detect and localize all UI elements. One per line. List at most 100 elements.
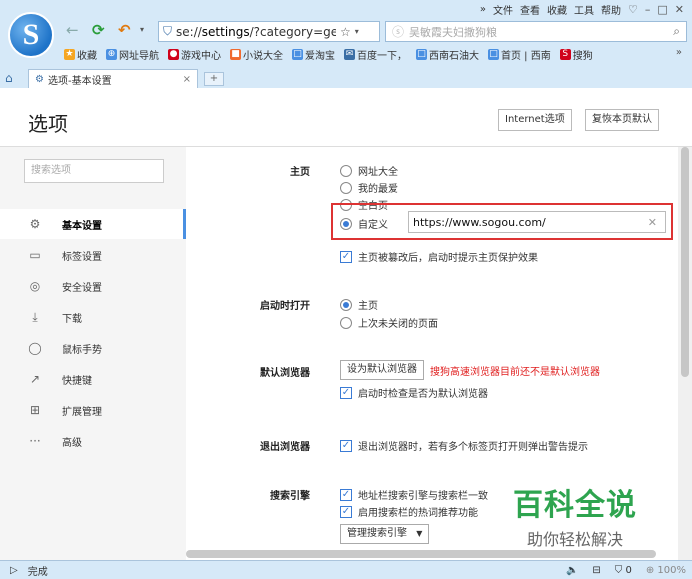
bookmark-icon: □ [292,49,303,60]
undo-close-icon[interactable]: ↶ [118,21,131,39]
check-hotword[interactable]: ✓ [340,505,352,518]
radio-startup-home[interactable] [340,298,352,311]
check-default-option[interactable]: ✓ 启动时检查是否为默认浏览器 [340,385,488,400]
custom-homepage-input[interactable]: https://www.sogou.com/ ✕ [408,211,666,233]
radio-custom[interactable] [340,217,352,230]
tab-settings[interactable]: ⚙ 选项-基本设置 × [28,69,198,88]
menu-favorites[interactable]: 收藏 [547,2,567,17]
dropdown-arrow-icon: ▼ [416,529,423,538]
skin-icon[interactable]: ♡ [628,3,638,16]
internet-options-button[interactable]: Internet选项 [498,109,572,131]
menu-tools[interactable]: 工具 [574,2,594,17]
menu-help[interactable]: 帮助 [601,2,621,17]
sidebar-toggle-icon[interactable]: ▷ [10,565,18,576]
bookmark-item[interactable]: □ 首页 | 西南 [488,47,551,62]
bookmark-item[interactable]: ⊕ 网址导航 [106,47,159,62]
vertical-scroll-thumb[interactable] [681,147,689,377]
home-protect-option[interactable]: ✓ 主页被篡改后，启动时提示主页保护效果 [340,249,538,264]
hotword-option[interactable]: ✓ 启用搜索栏的热词推荐功能 [340,504,478,519]
address-dropdown-icon[interactable]: ▾ [355,27,359,36]
address-bar[interactable]: ⛉ se://settings/?category=ge ☆ ▾ [158,21,380,42]
home-icon[interactable]: ⌂ [5,71,13,85]
sidebar-item-2[interactable]: ◎ 安全设置 [0,271,186,301]
sidebar-item-label: 标签设置 [62,251,102,263]
sidebar-item-label: 下载 [62,313,82,325]
bookmark-item[interactable]: ★ 收藏 [64,47,97,62]
bookmark-icon: ⊕ [106,49,117,60]
sidebar-item-4[interactable]: ◯ 鼠标手势 [0,333,186,363]
address-url[interactable]: se://settings/?category=ge [176,25,336,39]
bookmarks-more-icon[interactable]: » [676,47,682,58]
vertical-scrollbar[interactable] [678,147,692,560]
toolbox-icon[interactable]: ⊟ [592,565,600,576]
menu-expand-icon[interactable]: » [480,4,486,15]
refresh-icon[interactable]: ⟳ [92,21,105,39]
close-window-button[interactable]: ✕ [675,3,684,16]
search-icon[interactable]: ⌕ [673,24,680,39]
tab-close-icon[interactable]: × [183,74,191,85]
home-option-custom[interactable]: 自定义 [340,216,388,231]
sogou-search-icon: ⓢ [392,25,405,39]
minimize-button[interactable]: – [645,3,651,16]
maximize-button[interactable]: □ [657,3,667,16]
menu-file[interactable]: 文件 [493,2,513,17]
sidebar-icon: ··· [29,434,41,448]
radio-startup-last[interactable] [340,316,352,329]
bookmark-icon: S [559,49,571,60]
home-option-nav[interactable]: 网址大全 [340,163,398,178]
zoom-indicator[interactable]: ⊕ 100% [646,565,686,576]
radio-nav[interactable] [340,164,352,177]
bookmark-label: 百度一下， [357,51,407,62]
undo-dropdown-icon[interactable]: ▾ [140,25,144,34]
speaker-icon[interactable]: 🔈 [566,565,578,576]
set-default-browser-button[interactable]: 设为默认浏览器 [340,360,424,380]
search-bar[interactable]: ⓢ 吴敏霞夫妇撒狗粮 ⌕ [385,21,687,42]
adblock-icon[interactable]: ⛉ 0 [615,565,632,576]
bookmark-item[interactable]: □ 爱淘宝 [292,47,335,62]
check-search-sync[interactable]: ✓ [340,488,352,501]
new-tab-button[interactable]: + [204,72,224,86]
bookmark-icon: □ [416,49,427,60]
manage-search-engine-button[interactable]: 管理搜索引擎 ▼ [340,524,430,544]
sidebar-item-6[interactable]: ⊞ 扩展管理 [0,395,186,425]
exit-warn-option[interactable]: ✓ 退出浏览器时，若有多个标签页打开则弹出警告提示 [340,438,588,453]
sidebar-item-1[interactable]: ▭ 标签设置 [0,240,186,270]
bookmark-label: 游戏中心 [181,51,221,62]
sidebar-icon: ◯ [28,341,42,355]
restore-defaults-button[interactable]: 复恢本页默认 [585,109,659,131]
sidebar-item-label: 高级 [62,437,82,449]
sidebar-item-5[interactable]: ↗ 快捷键 [0,364,186,394]
sidebar-search-input[interactable]: 搜索选项 [24,159,164,183]
bookmark-star-icon[interactable]: ☆ [340,25,351,39]
bookmark-label: 小说大全 [243,51,283,62]
home-option-favorites[interactable]: 我的最爱 [340,180,398,195]
sidebar-icon: ⚙ [29,217,41,231]
sidebar-item-0[interactable]: ⚙ 基本设置 [0,209,186,239]
bookmark-item[interactable]: □ 西南石油大 [416,47,479,62]
check-default[interactable]: ✓ [340,386,352,399]
bookmark-item[interactable]: ✉ 百度一下， [344,47,407,62]
exit-section-label: 退出浏览器 [260,442,310,453]
sogou-logo-icon[interactable]: S [8,12,54,58]
sidebar-item-7[interactable]: ··· 高级 [0,426,186,456]
sidebar-icon: ◎ [29,279,41,293]
watermark: 百科全说 助你轻松解决 [500,480,650,550]
bookmark-label: 首页 | 西南 [501,51,551,62]
check-protect[interactable]: ✓ [340,250,352,263]
bookmark-item[interactable]: ■ 小说大全 [230,47,283,62]
bookmark-icon: ● [168,49,179,60]
search-sync-option[interactable]: ✓ 地址栏搜索引擎与搜索栏一致 [340,487,488,502]
sidebar-item-3[interactable]: ⤓ 下载 [0,302,186,332]
startup-option-home[interactable]: 主页 [340,297,378,312]
radio-favorites[interactable] [340,181,352,194]
clear-input-icon[interactable]: ✕ [648,216,657,229]
menu-view[interactable]: 查看 [520,2,540,17]
bookmark-item[interactable]: ● 游戏中心 [168,47,221,62]
bookmarks-bar: ★ 收藏 ⊕ 网址导航 ● 游戏中心 ■ 小说大全 □ 爱淘宝 ✉ 百度一下， □ 西南石油大 □ 首页 | … [64,47,593,62]
search-input[interactable]: 吴敏霞夫妇撒狗粮 [409,24,668,40]
startup-option-last[interactable]: 上次未关闭的页面 [340,315,438,330]
horizontal-scroll-thumb[interactable] [186,550,656,558]
back-arrow-icon[interactable]: ← [66,21,79,39]
bookmark-item[interactable]: S 搜狗 [559,47,593,62]
check-exit-warn[interactable]: ✓ [340,439,352,452]
